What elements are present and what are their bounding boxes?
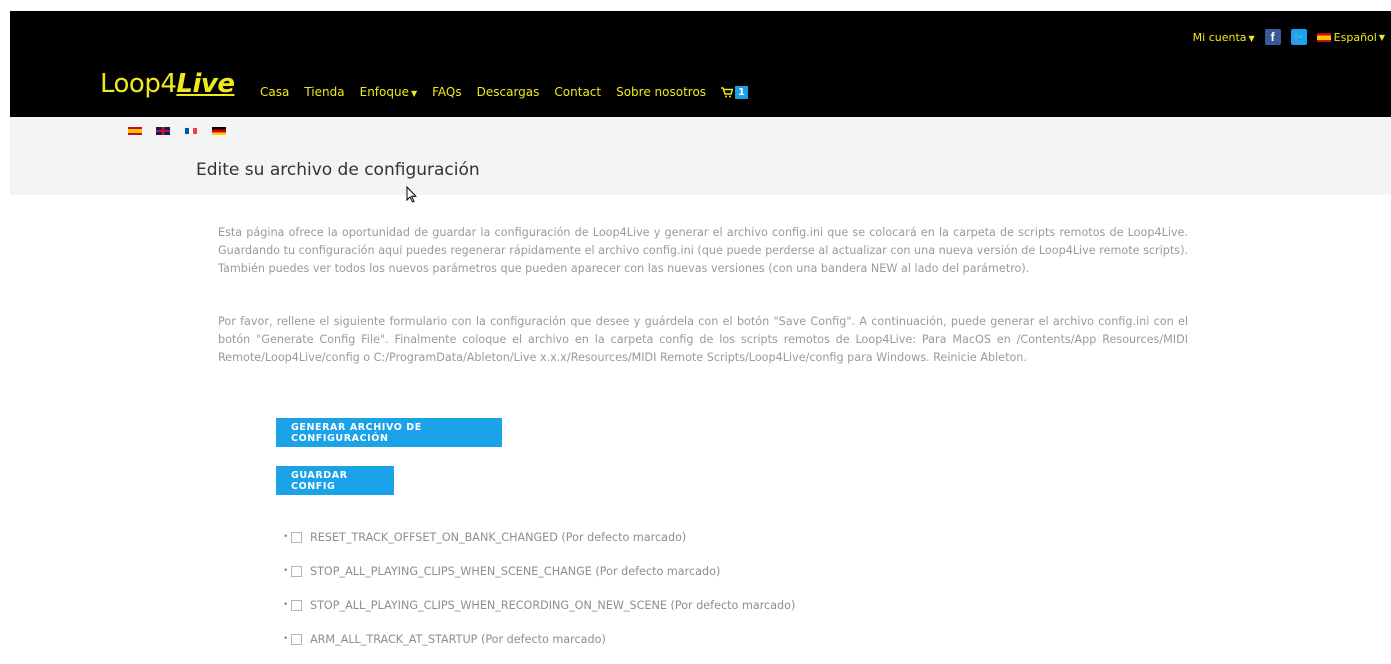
option-label: ARM_ALL_TRACK_AT_STARTUP (Por defecto ma… [310, 632, 606, 646]
cart-count-badge: 1 [735, 85, 749, 99]
list-item: • STOP_ALL_PLAYING_CLIPS_WHEN_RECORDING_… [283, 596, 795, 614]
instructions-paragraph: Por favor, rellene el siguiente formular… [218, 315, 1188, 364]
language-flags-bar [10, 117, 1391, 195]
option-checkbox[interactable] [291, 599, 302, 611]
list-item: • RESET_TRACK_OFFSET_ON_BANK_CHANGED (Po… [283, 528, 795, 546]
generate-config-button[interactable]: GENERAR ARCHIVO DE CONFIGURACIÓN [276, 418, 502, 447]
nav-item-faqs[interactable]: FAQs [432, 85, 462, 99]
site-header: Mi cuenta ▼ f 🐦 Español ▼ Loop4Live Casa T… [10, 11, 1391, 117]
cart-icon [721, 86, 734, 97]
spain-flag-icon[interactable] [128, 127, 142, 135]
page-title: Edite su archivo de configuración [196, 160, 480, 180]
save-config-button[interactable]: GUARDAR CONFIG [276, 466, 394, 495]
list-item: • ARM_ALL_TRACK_AT_STARTUP (Por defecto … [283, 630, 795, 648]
chevron-down-icon: ▼ [1378, 32, 1385, 42]
option-checkbox[interactable] [291, 531, 302, 543]
uk-flag-icon[interactable] [156, 127, 170, 135]
option-checkbox[interactable] [291, 565, 302, 577]
nav-item-sobre-nosotros[interactable]: Sobre nosotros [616, 85, 706, 99]
nav-item-enfoque[interactable]: Enfoque ▼ [360, 85, 418, 99]
site-logo[interactable]: Loop4Live [100, 71, 235, 97]
bullet-icon: • [283, 566, 289, 576]
spain-flag-icon [1316, 32, 1331, 42]
facebook-icon[interactable]: f [1264, 29, 1281, 45]
option-label: STOP_ALL_PLAYING_CLIPS_WHEN_SCENE_CHANGE… [310, 564, 721, 578]
intro-paragraph: Esta página ofrece la oportunidad de gua… [218, 226, 1188, 275]
chevron-down-icon: ▼ [1248, 33, 1255, 43]
germany-flag-icon[interactable] [212, 127, 226, 135]
cart-button[interactable]: 1 [721, 85, 749, 99]
bullet-icon: • [283, 600, 289, 610]
main-nav: Casa Tienda Enfoque ▼ FAQs Descargas Cont… [260, 85, 749, 99]
account-menu[interactable]: Mi cuenta ▼ [1193, 31, 1255, 44]
twitter-icon[interactable]: 🐦 [1290, 29, 1307, 45]
option-label: RESET_TRACK_OFFSET_ON_BANK_CHANGED (Por … [310, 530, 687, 544]
option-label: STOP_ALL_PLAYING_CLIPS_WHEN_RECORDING_ON… [310, 598, 796, 612]
mouse-pointer-icon [406, 186, 417, 203]
config-options-list: • RESET_TRACK_OFFSET_ON_BANK_CHANGED (Po… [283, 528, 795, 664]
nav-item-casa[interactable]: Casa [260, 85, 289, 99]
bullet-icon: • [283, 532, 289, 542]
top-utility-bar: Mi cuenta ▼ f 🐦 Español ▼ [1193, 29, 1385, 45]
france-flag-icon[interactable] [184, 127, 198, 135]
nav-item-contact[interactable]: Contact [554, 85, 601, 99]
language-menu[interactable]: Español ▼ [1316, 31, 1385, 44]
list-item: • STOP_ALL_PLAYING_CLIPS_WHEN_SCENE_CHAN… [283, 562, 795, 580]
nav-item-descargas[interactable]: Descargas [477, 85, 540, 99]
nav-item-tienda[interactable]: Tienda [304, 85, 344, 99]
chevron-down-icon: ▼ [410, 89, 418, 98]
